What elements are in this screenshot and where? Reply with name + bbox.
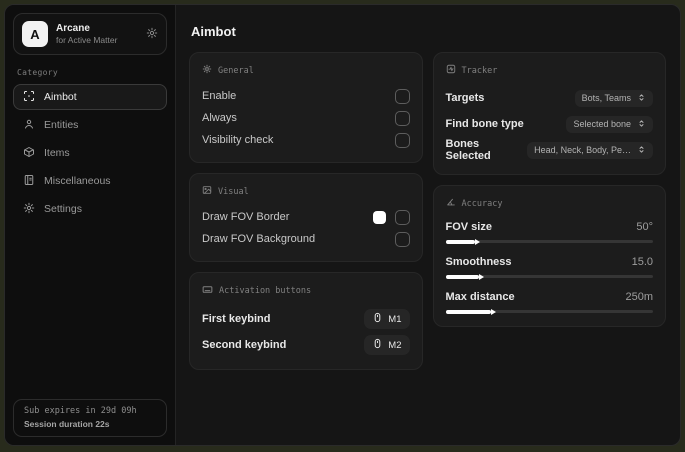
smoothness-slider-fill: [445, 274, 479, 279]
fov-size-label: FOV size: [445, 221, 492, 233]
fov-size-row: FOV size 50°: [445, 218, 653, 244]
targets-select[interactable]: Bots, Teams: [574, 89, 653, 107]
keyboard-icon: [202, 284, 213, 298]
unfold-icon: [637, 119, 646, 130]
sidebar: A Arcane for Active Matter Category Aimb…: [5, 5, 176, 445]
max-distance-slider-fill: [445, 309, 492, 314]
first-keybind-button[interactable]: M1: [364, 309, 410, 329]
sub-expires-text: Sub expires in 29d 09h: [24, 406, 137, 416]
crosshair-icon: [23, 90, 35, 105]
smoothness-label: Smoothness: [445, 256, 512, 268]
fov-border-color-swatch[interactable]: [372, 210, 386, 224]
fov-size-slider-fill: [445, 239, 475, 244]
find-bone-type-row: Find bone type Selected bone: [445, 111, 653, 137]
enable-label: Enable: [202, 90, 237, 102]
targets-row: Targets Bots, Teams: [445, 85, 653, 111]
bones-selected-label: Bones Selected: [445, 138, 491, 162]
first-keybind-label: First keybind: [202, 313, 271, 325]
notebook-icon: [23, 174, 35, 189]
max-distance-slider[interactable]: [445, 309, 653, 314]
gear-icon: [23, 202, 35, 217]
always-label: Always: [202, 112, 237, 124]
gear-icon: [146, 27, 158, 42]
always-checkbox[interactable]: [394, 110, 410, 126]
app-title: Arcane: [56, 22, 90, 34]
sidebar-item-aimbot[interactable]: Aimbot: [13, 84, 167, 110]
smoothness-row: Smoothness 15.0: [445, 253, 653, 279]
sidebar-item-label: Miscellaneous: [44, 175, 111, 187]
draw-fov-border-row: Draw FOV Border: [202, 206, 410, 228]
subscription-info: Sub expires in 29d 09h Session duration …: [13, 399, 167, 437]
enable-checkbox[interactable]: [394, 88, 410, 104]
general-card-header: General: [202, 64, 410, 77]
general-card: General Enable Always Visibility check: [189, 52, 423, 163]
tracker-card-header: Tracker: [446, 64, 654, 77]
accuracy-card: Accuracy FOV size 50° Smoothness 15.0 Ma…: [432, 185, 666, 327]
visual-card: Visual Draw FOV Border Draw FOV Backgrou…: [189, 173, 423, 262]
scan-icon: [446, 64, 456, 77]
bones-selected-select[interactable]: Head, Neck, Body, Pe…: [527, 141, 653, 159]
smoothness-value: 15.0: [631, 256, 653, 268]
draw-fov-background-label: Draw FOV Background: [202, 233, 316, 245]
sidebar-item-settings[interactable]: Settings: [13, 196, 167, 222]
smoothness-slider[interactable]: [445, 274, 653, 279]
fov-size-value: 50°: [636, 221, 653, 233]
max-distance-label: Max distance: [445, 291, 515, 303]
left-column: General Enable Always Visibility check V…: [189, 52, 423, 370]
header-settings-button[interactable]: [146, 27, 158, 42]
draw-fov-background-checkbox[interactable]: [394, 231, 410, 247]
first-keybind-row: First keybind M1: [202, 306, 410, 332]
visibility-check-checkbox[interactable]: [394, 132, 410, 148]
angle-icon: [446, 197, 456, 210]
tracker-card: Tracker Targets Bots, Teams Find bone ty…: [432, 52, 666, 175]
activation-card-header: Activation buttons: [202, 284, 410, 298]
draw-fov-background-row: Draw FOV Background: [202, 228, 410, 250]
main-panel: Aimbot General Enable Always Visibility …: [176, 5, 680, 445]
sidebar-item-label: Entities: [44, 119, 79, 131]
bones-selected-row: Bones Selected Head, Neck, Body, Pe…: [445, 137, 653, 163]
targets-label: Targets: [445, 92, 485, 104]
accuracy-card-header: Accuracy: [446, 197, 654, 210]
always-row: Always: [202, 107, 410, 129]
max-distance-value: 250m: [625, 291, 653, 303]
sidebar-item-entities[interactable]: Entities: [13, 112, 167, 138]
app-subtitle: for Active Matter: [56, 34, 118, 45]
fov-size-slider[interactable]: [445, 239, 653, 244]
mouse-icon: [372, 312, 383, 326]
activation-buttons-card: Activation buttons First keybind M1 Seco…: [189, 272, 423, 370]
find-bone-type-label: Find bone type: [445, 118, 524, 130]
visibility-check-row: Visibility check: [202, 129, 410, 151]
page-title: Aimbot: [191, 24, 236, 39]
category-label: Category: [17, 68, 58, 77]
max-distance-row: Max distance 250m: [445, 288, 653, 314]
second-keybind-row: Second keybind M2: [202, 332, 410, 358]
find-bone-type-select[interactable]: Selected bone: [566, 115, 653, 133]
visual-card-header: Visual: [202, 185, 410, 198]
unfold-icon: [637, 145, 646, 156]
unfold-icon: [637, 93, 646, 104]
sidebar-item-miscellaneous[interactable]: Miscellaneous: [13, 168, 167, 194]
sidebar-item-items[interactable]: Items: [13, 140, 167, 166]
desktop-background: A Arcane for Active Matter Category Aimb…: [0, 0, 685, 452]
app-logo: A: [22, 21, 48, 47]
tune-icon: [202, 64, 212, 77]
cube-icon: [23, 146, 35, 161]
sidebar-item-label: Items: [44, 147, 70, 159]
visibility-check-label: Visibility check: [202, 134, 274, 146]
app-header: A Arcane for Active Matter: [13, 13, 167, 55]
app-header-text: Arcane for Active Matter: [56, 22, 138, 46]
sidebar-item-label: Aimbot: [44, 91, 77, 103]
second-keybind-label: Second keybind: [202, 339, 287, 351]
draw-fov-border-label: Draw FOV Border: [202, 211, 290, 223]
app-window: A Arcane for Active Matter Category Aimb…: [4, 4, 681, 446]
mouse-icon: [372, 338, 383, 352]
right-column: Tracker Targets Bots, Teams Find bone ty…: [432, 52, 666, 327]
session-duration-text: Session duration 22s: [24, 419, 110, 429]
sidebar-item-label: Settings: [44, 203, 82, 215]
person-icon: [23, 118, 35, 133]
enable-row: Enable: [202, 85, 410, 107]
image-icon: [202, 185, 212, 198]
second-keybind-button[interactable]: M2: [364, 335, 410, 355]
draw-fov-border-checkbox[interactable]: [394, 209, 410, 225]
